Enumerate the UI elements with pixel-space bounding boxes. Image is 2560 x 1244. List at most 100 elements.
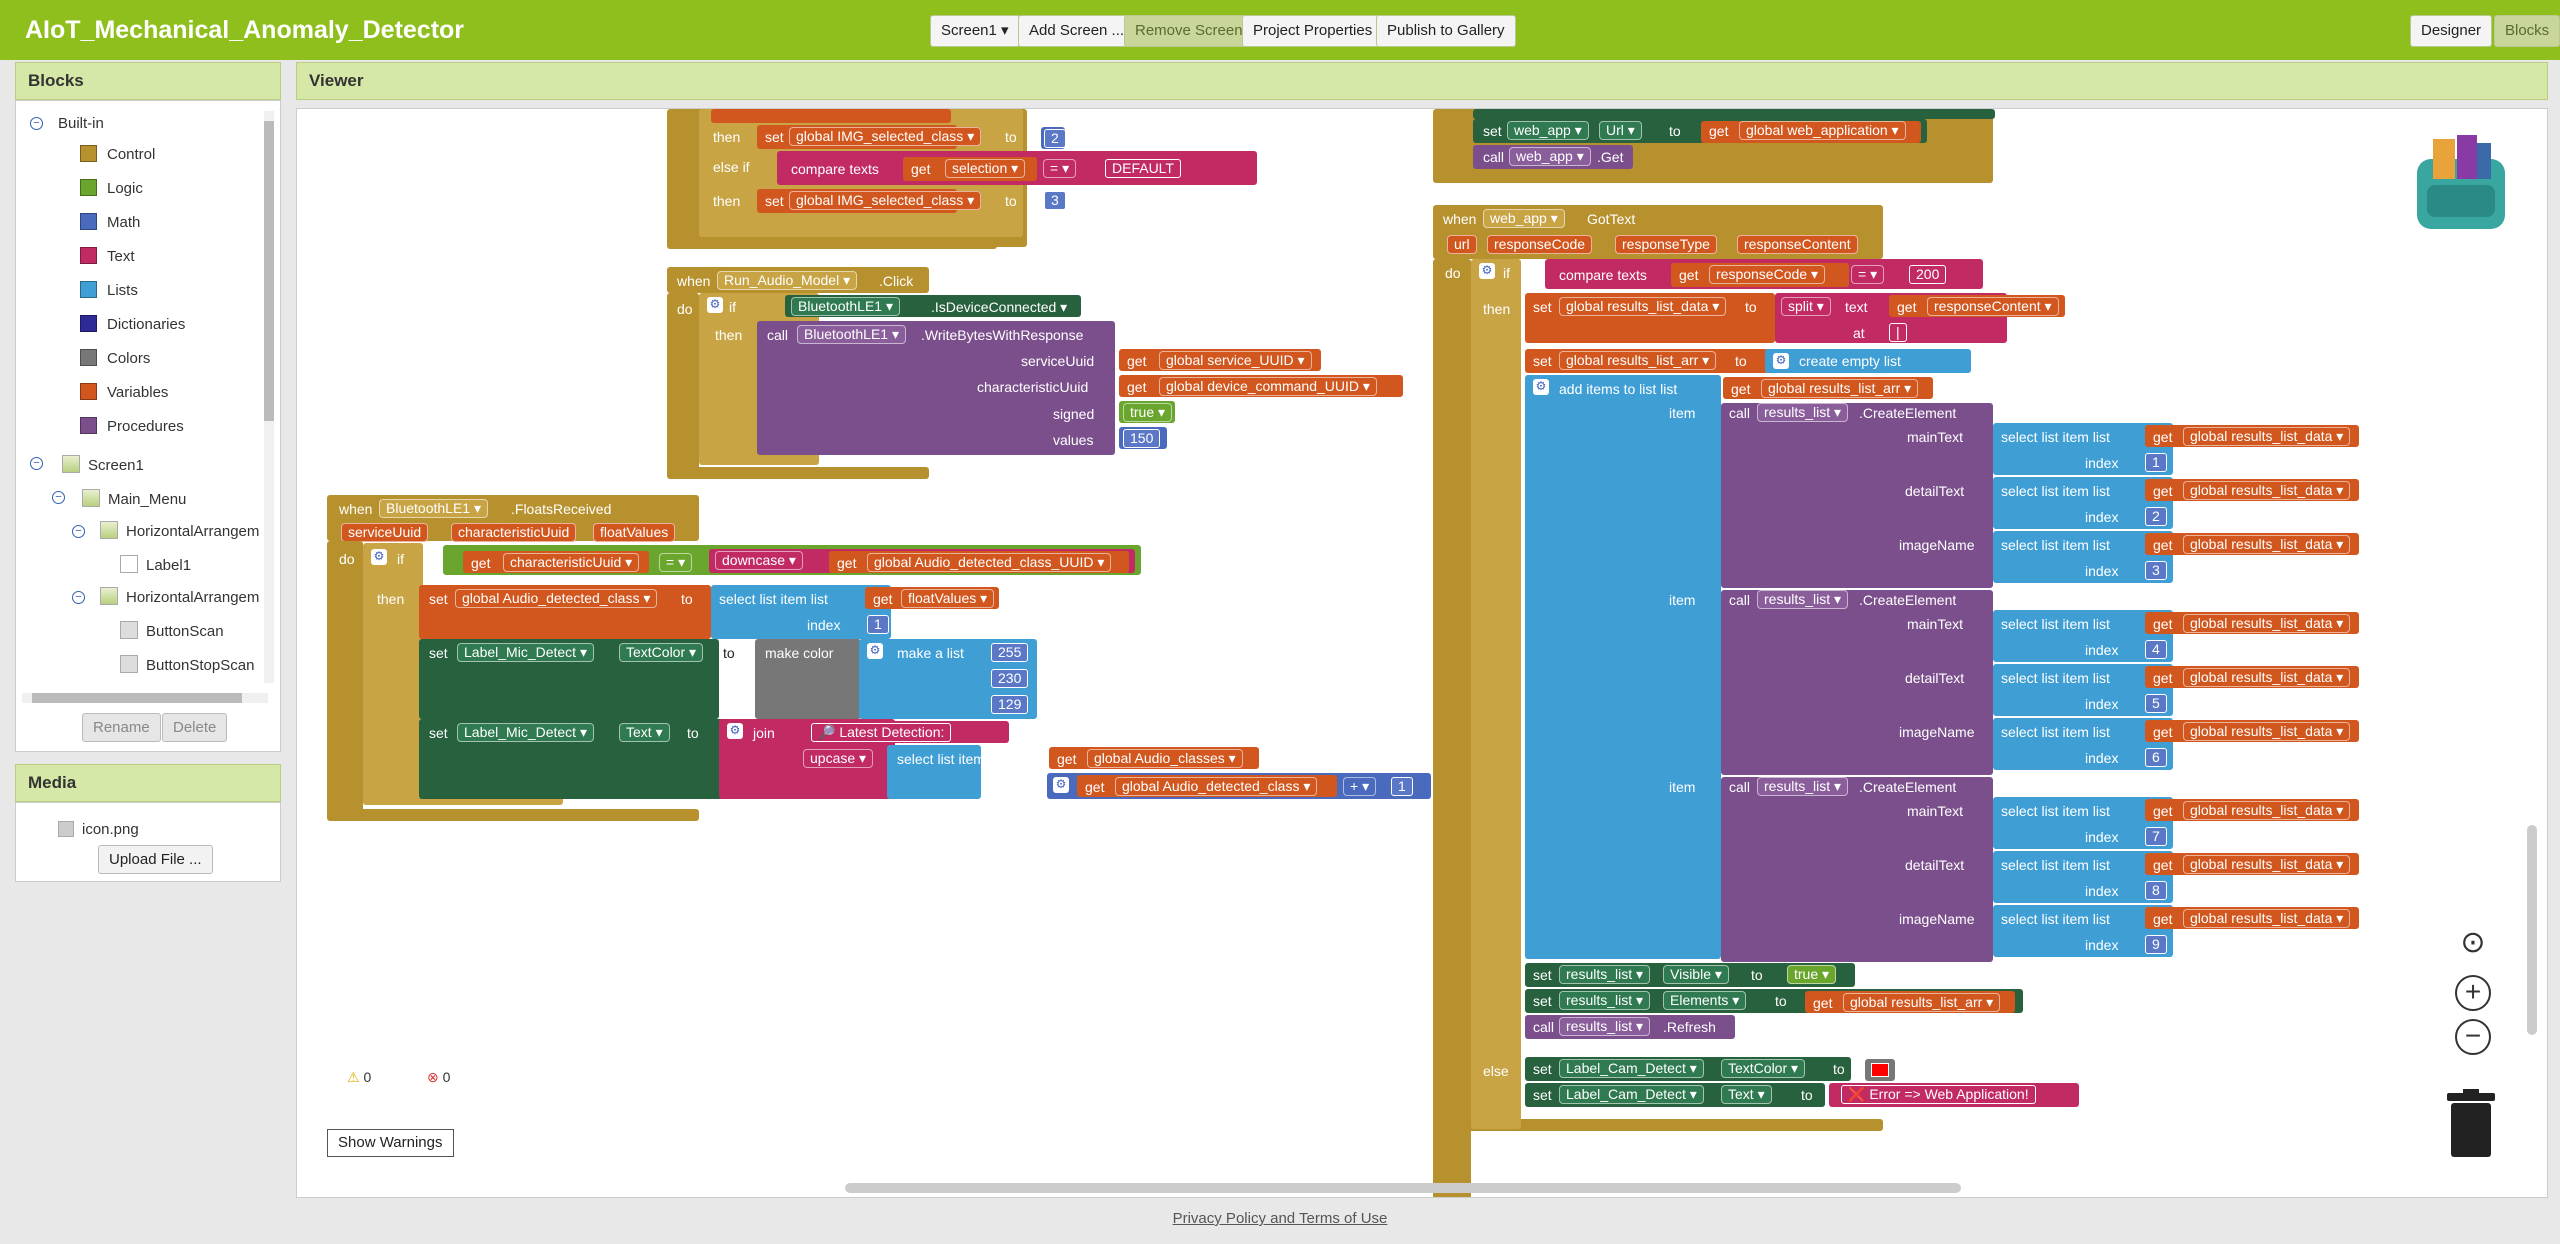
color-r-value[interactable]: 255 [991, 643, 1029, 662]
zoom-in-icon[interactable]: + [2455, 975, 2491, 1011]
category-logic[interactable]: Logic [80, 179, 143, 197]
zoom-out-icon[interactable]: − [2455, 1019, 2491, 1055]
var-dropdown[interactable]: global results_list_data ▾ [2183, 668, 2351, 687]
project-properties-button[interactable]: Project Properties [1242, 15, 1384, 47]
ble-dropdown[interactable]: BluetoothLE1 ▾ [791, 297, 900, 316]
param-url[interactable]: url [1447, 235, 1477, 254]
category-lists[interactable]: Lists [80, 281, 138, 299]
show-warnings-button[interactable]: Show Warnings [327, 1129, 454, 1157]
var-dropdown[interactable]: global results_list_data ▾ [2183, 801, 2351, 820]
if-block[interactable] [1471, 259, 1521, 1129]
screen-select[interactable]: Screen1 ▾ [930, 15, 1020, 47]
var-dropdown[interactable]: global results_list_data ▾ [2183, 481, 2351, 500]
var-dropdown[interactable]: global results_list_data ▾ [2183, 722, 2351, 741]
gear-icon[interactable]: ⚙ [371, 549, 387, 565]
var-dropdown[interactable]: global web_application ▾ [1739, 121, 1906, 140]
number-value[interactable]: 1 [1391, 777, 1413, 796]
privacy-link[interactable]: Privacy Policy and Terms of Use [1173, 1210, 1388, 1227]
tree-hscrollbar[interactable] [22, 693, 268, 703]
component-dropdown[interactable]: Label_Mic_Detect ▾ [457, 723, 594, 742]
param-char-uuid[interactable]: characteristicUuid [451, 523, 577, 542]
compare-block-top[interactable] [711, 109, 951, 123]
collapse-icon[interactable]: − [30, 457, 43, 470]
downcase-dropdown[interactable]: downcase ▾ [715, 551, 803, 570]
var-dropdown[interactable]: global Audio_detected_class_UUID ▾ [867, 553, 1112, 572]
delete-button[interactable]: Delete [162, 713, 228, 742]
warning-indicator[interactable]: ⚠ 0 [347, 1069, 371, 1086]
property-dropdown[interactable]: TextColor ▾ [619, 643, 704, 662]
category-math[interactable]: Math [80, 213, 140, 231]
add-items-to-list-block[interactable] [1525, 375, 1721, 959]
category-variables[interactable]: Variables [80, 383, 168, 401]
component-dropdown[interactable]: results_list ▾ [1559, 965, 1651, 984]
property-dropdown[interactable]: Text ▾ [619, 723, 670, 742]
rename-button[interactable]: Rename [82, 713, 161, 742]
tree-button-stop-scan[interactable]: ButtonStopScan [120, 655, 254, 674]
param-float-values[interactable]: floatValues [593, 523, 676, 542]
red-swatch[interactable] [1871, 1063, 1889, 1077]
tree-horizontal-arrangement-2[interactable]: HorizontalArrangem [100, 587, 259, 606]
number-value[interactable]: 2 [1044, 129, 1066, 148]
index-value[interactable]: 8 [2145, 881, 2167, 900]
collapse-icon[interactable]: − [52, 491, 65, 504]
tree-label1[interactable]: Label1 [120, 555, 191, 574]
tree-horizontal-arrangement-1[interactable]: HorizontalArrangem [100, 521, 259, 540]
var-dropdown[interactable]: global service_UUID ▾ [1159, 351, 1312, 370]
blocks-button[interactable]: Blocks [2494, 15, 2560, 47]
var-dropdown[interactable]: global Audio_detected_class ▾ [1115, 777, 1318, 796]
param-service-uuid[interactable]: serviceUuid [341, 523, 429, 542]
component-dropdown[interactable]: Label_Cam_Detect ▾ [1559, 1085, 1704, 1104]
property-dropdown[interactable]: Visible ▾ [1663, 965, 1729, 984]
add-screen-button[interactable]: Add Screen ... [1018, 15, 1136, 47]
var-dropdown[interactable]: global IMG_selected_class ▾ [789, 191, 982, 210]
gear-icon[interactable]: ⚙ [1053, 777, 1069, 793]
index-value[interactable]: 1 [2145, 453, 2167, 472]
var-dropdown[interactable]: global results_list_data ▾ [1559, 297, 1727, 316]
color-g-value[interactable]: 230 [991, 669, 1029, 688]
text-default[interactable]: DEFAULT [1105, 159, 1181, 178]
number-value[interactable]: 3 [1044, 191, 1066, 210]
workspace-vscrollbar[interactable] [2527, 825, 2537, 1035]
component-dropdown[interactable]: results_list ▾ [1559, 1017, 1651, 1036]
collapse-icon[interactable]: − [72, 525, 85, 538]
var-dropdown[interactable]: responseContent ▾ [1927, 297, 2059, 316]
var-dropdown[interactable]: floatValues ▾ [901, 589, 995, 608]
gear-icon[interactable]: ⚙ [867, 643, 883, 659]
var-dropdown[interactable]: global results_list_arr ▾ [1761, 379, 1919, 398]
var-dropdown[interactable]: global IMG_selected_class ▾ [789, 127, 982, 146]
number-value[interactable]: 150 [1123, 429, 1161, 448]
gear-icon[interactable]: ⚙ [1533, 379, 1549, 395]
media-file[interactable]: icon.png [58, 821, 139, 838]
bool-dropdown[interactable]: true ▾ [1787, 965, 1837, 984]
index-value[interactable]: 3 [2145, 561, 2167, 580]
backpack-icon[interactable] [2399, 129, 2519, 239]
text-error[interactable]: ❌ Error => Web Application! [1841, 1085, 2036, 1104]
center-icon[interactable]: ⊙ [2455, 925, 2491, 961]
var-dropdown[interactable]: global results_list_data ▾ [2183, 535, 2351, 554]
component-dropdown[interactable]: results_list ▾ [1757, 590, 1849, 609]
gear-icon[interactable]: ⚙ [727, 723, 743, 739]
category-colors[interactable]: Colors [80, 349, 150, 367]
designer-button[interactable]: Designer [2410, 15, 2493, 47]
var-dropdown[interactable]: global results_list_data ▾ [2183, 614, 2351, 633]
selection-dropdown[interactable]: selection ▾ [945, 159, 1026, 178]
param-response-type[interactable]: responseType [1615, 235, 1717, 254]
collapse-icon[interactable]: − [30, 117, 43, 130]
collapse-icon[interactable]: − [72, 591, 85, 604]
index-value[interactable]: 6 [2145, 748, 2167, 767]
eq-dropdown[interactable]: = ▾ [1851, 265, 1885, 284]
property-dropdown[interactable]: Url ▾ [1599, 121, 1642, 140]
number-value[interactable]: 1 [867, 615, 889, 634]
eq-dropdown[interactable]: = ▾ [1043, 159, 1077, 178]
component-dropdown[interactable]: results_list ▾ [1757, 403, 1849, 422]
tree-builtin[interactable]: Built-in [58, 115, 104, 132]
tree-button-scan[interactable]: ButtonScan [120, 621, 224, 640]
gear-icon[interactable]: ⚙ [707, 297, 723, 313]
color-b-value[interactable]: 129 [991, 695, 1029, 714]
tree-main-menu[interactable]: Main_Menu [82, 489, 186, 508]
component-dropdown[interactable]: Label_Mic_Detect ▾ [457, 643, 594, 662]
var-dropdown[interactable]: characteristicUuid ▾ [503, 553, 640, 572]
component-dropdown[interactable]: results_list ▾ [1559, 991, 1651, 1010]
var-dropdown[interactable]: global device_command_UUID ▾ [1159, 377, 1377, 396]
component-dropdown[interactable]: web_app ▾ [1509, 147, 1591, 166]
